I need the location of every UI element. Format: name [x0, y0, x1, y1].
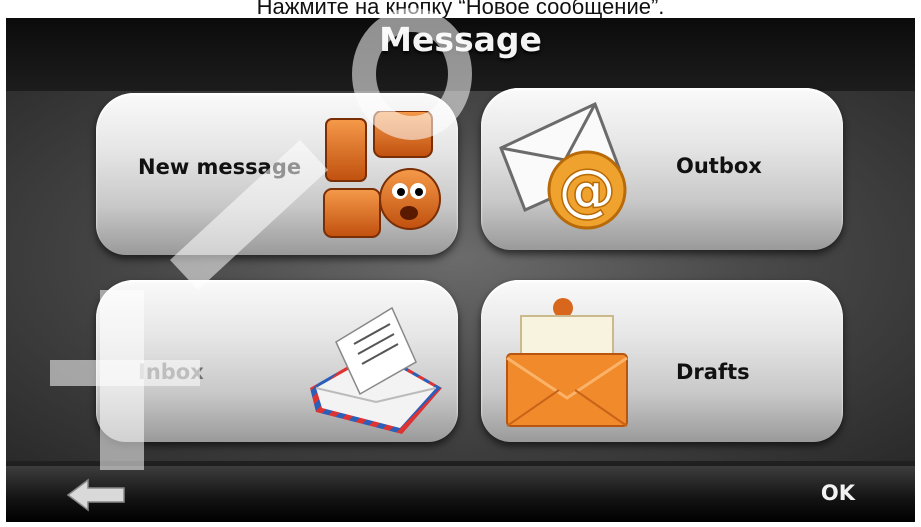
back-arrow-icon[interactable] [66, 478, 126, 512]
outbox-label: Outbox [676, 154, 762, 178]
inbox-label: Inbox [138, 360, 204, 384]
page-title: Message [379, 20, 542, 59]
new-message-label: New message [138, 155, 302, 179]
envelope-at-icon: @ [499, 101, 627, 230]
svg-text:@: @ [558, 156, 616, 224]
device-screen: Message New message @ Outbox Inbox Draft… [6, 18, 915, 522]
inbox-button[interactable]: Inbox [96, 280, 458, 442]
drafts-button[interactable]: Drafts [481, 280, 843, 442]
new-message-button[interactable]: New message [96, 93, 458, 255]
drafts-label: Drafts [676, 360, 750, 384]
ok-button[interactable]: OK [821, 481, 855, 505]
im-chat-icon [323, 111, 441, 238]
bottom-bar: OK [6, 466, 915, 522]
outbox-button[interactable]: @ Outbox [481, 88, 843, 250]
instruction-caption: Нажмите на кнопку “Новое сообщение”. [256, 0, 665, 19]
airmail-letter-icon [310, 306, 442, 434]
orange-envelope-icon [506, 298, 628, 427]
